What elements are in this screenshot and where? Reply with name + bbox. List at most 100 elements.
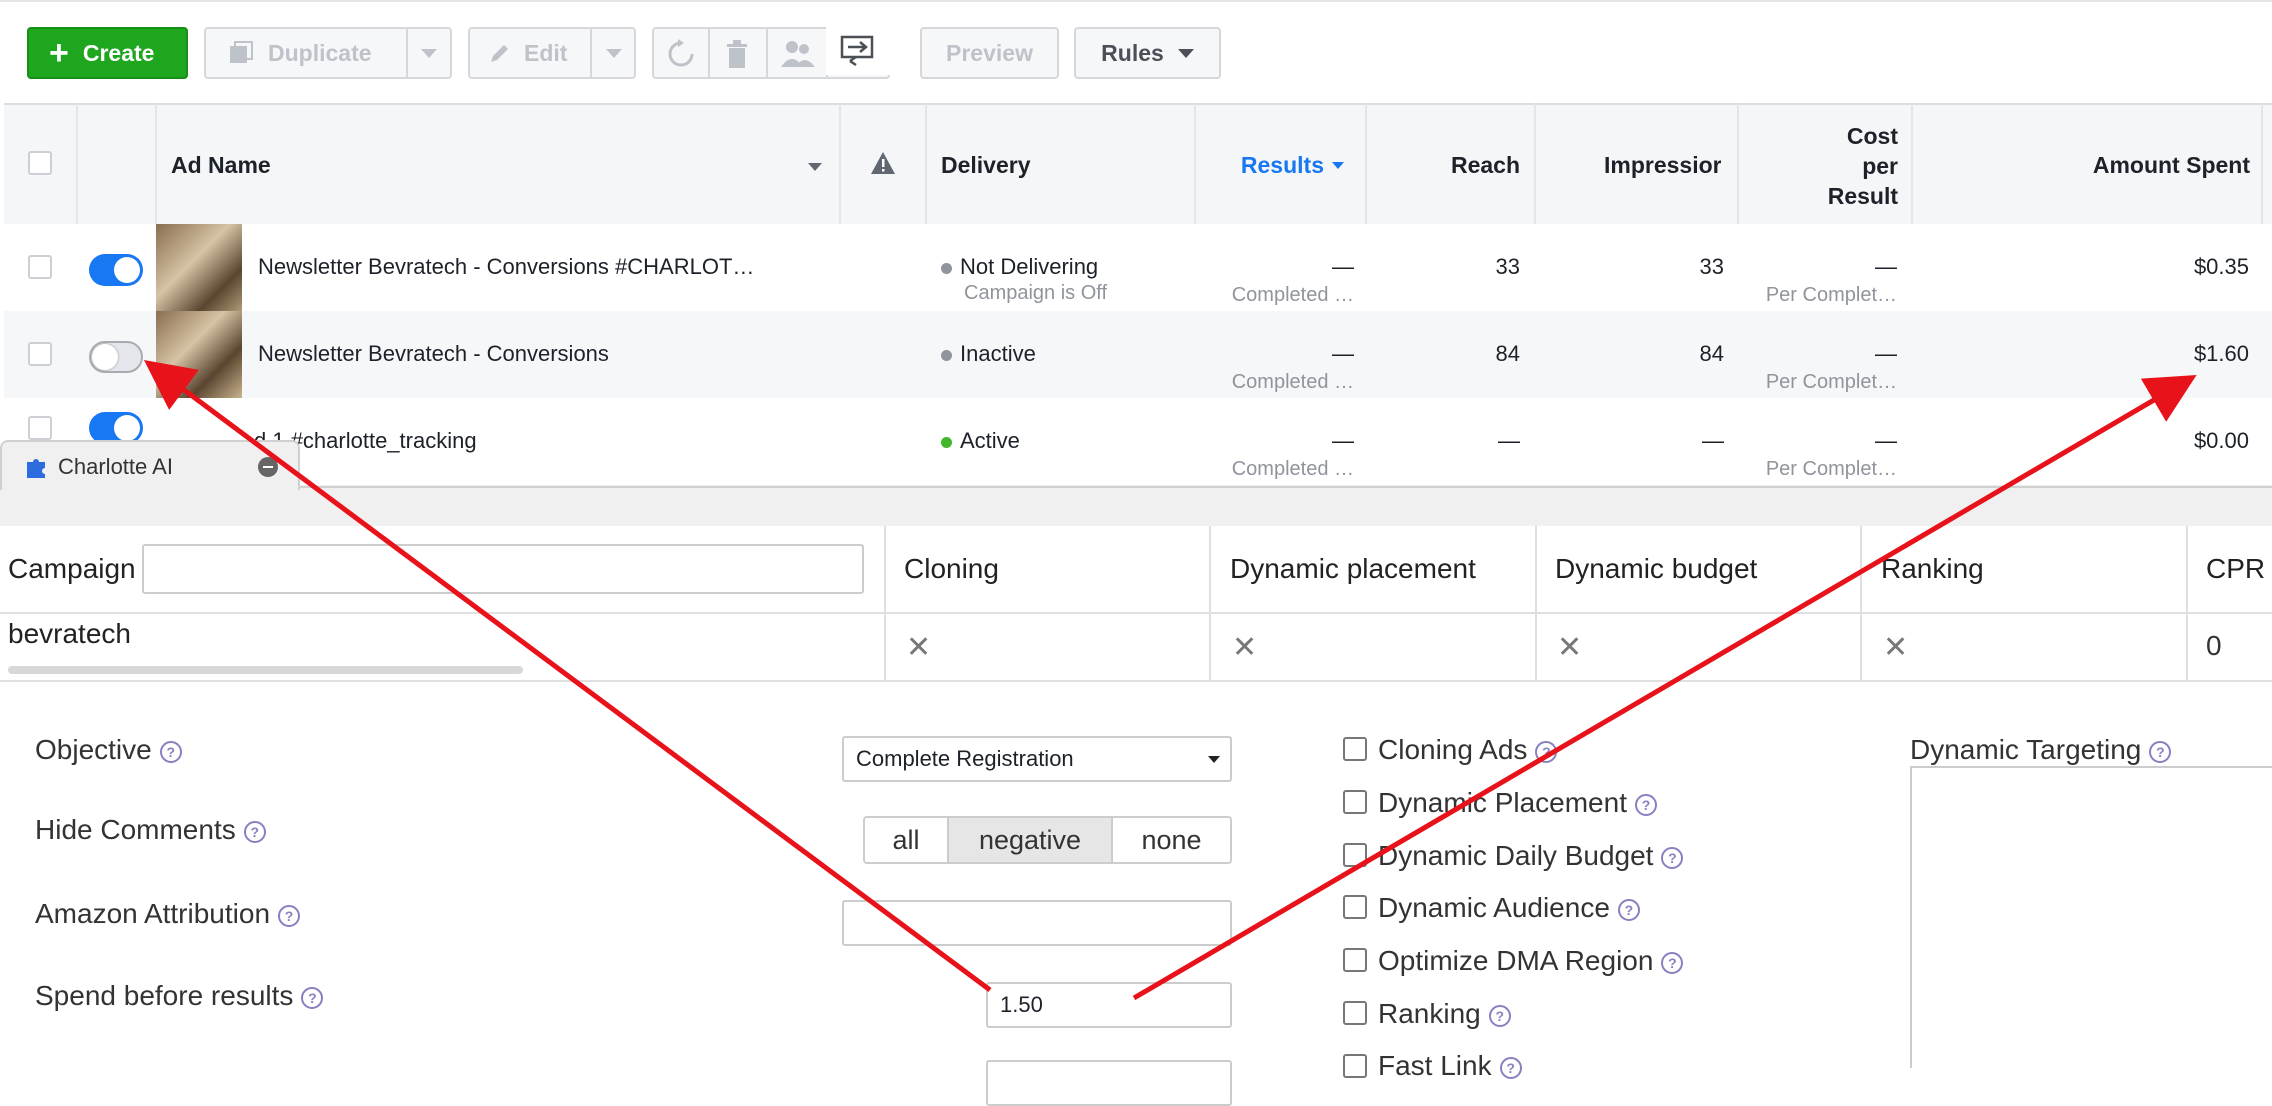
- ad-name[interactable]: Newsletter Bevratech - Conversions #CHAR…: [258, 254, 754, 280]
- charlotte-ai-tab[interactable]: Charlotte AI: [0, 440, 300, 490]
- dynamic-targeting-label: Dynamic Targeting: [1910, 734, 2142, 765]
- row-checkbox[interactable]: [28, 342, 52, 366]
- ad-thumbnail: [156, 224, 242, 324]
- help-icon[interactable]: ?: [278, 904, 301, 927]
- table-row[interactable]: d 1 #charlotte_tracking Active — Complet…: [4, 398, 2272, 486]
- refresh-icon[interactable]: [666, 39, 696, 75]
- table-row[interactable]: Newsletter Bevratech - Conversions #CHAR…: [4, 224, 2272, 324]
- chevron-down-icon: [1208, 756, 1220, 763]
- column-results[interactable]: Results: [1194, 105, 1344, 226]
- edit-button[interactable]: Edit: [468, 27, 636, 79]
- ranking-checkbox[interactable]: [1343, 1001, 1367, 1025]
- ranking-cross-icon[interactable]: ✕: [1883, 630, 1908, 665]
- duplicate-button[interactable]: Duplicate: [204, 27, 452, 79]
- optimize-dma-checkbox[interactable]: [1343, 948, 1367, 972]
- create-button[interactable]: + Create: [27, 27, 188, 79]
- minimize-icon[interactable]: [258, 457, 278, 477]
- column-amount-spent[interactable]: Amount Spent: [1924, 105, 2250, 226]
- dynamic-targeting-textarea[interactable]: [1910, 766, 2272, 1068]
- edit-label: Edit: [524, 39, 568, 66]
- status-dot: [941, 262, 952, 274]
- dynamic-budget-cross-icon[interactable]: ✕: [1557, 630, 1582, 665]
- trash-icon[interactable]: [724, 39, 750, 75]
- column-divider: [2186, 526, 2188, 682]
- ab-test-icon[interactable]: [826, 27, 890, 75]
- dynamic-placement-cross-icon[interactable]: ✕: [1232, 630, 1257, 665]
- delivery-label: Inactive: [960, 341, 1036, 366]
- hide-negative-option[interactable]: negative: [947, 816, 1113, 864]
- next-field-input[interactable]: [986, 1060, 1232, 1106]
- fast-link-checkbox[interactable]: [1343, 1054, 1367, 1078]
- impressions-value: —: [1702, 428, 1724, 453]
- help-icon[interactable]: ?: [301, 986, 324, 1009]
- ad-toggle[interactable]: [89, 254, 143, 286]
- chevron-down-icon[interactable]: [421, 49, 437, 58]
- cost-sub: Per Complet…: [1765, 371, 1897, 393]
- column-ad-name[interactable]: Ad Name: [171, 105, 271, 226]
- dynamic-audience-checkbox[interactable]: [1343, 895, 1367, 919]
- help-icon[interactable]: ?: [1488, 1004, 1511, 1027]
- pencil-icon: [488, 41, 512, 65]
- help-icon[interactable]: ?: [243, 820, 266, 843]
- column-cost-per-result[interactable]: Cost per Result: [1744, 105, 1898, 226]
- amazon-attribution-input[interactable]: [842, 900, 1232, 946]
- cloning-header[interactable]: Cloning: [904, 526, 999, 612]
- plus-icon: +: [49, 33, 69, 72]
- cloning-cross-icon[interactable]: ✕: [906, 630, 931, 665]
- puzzle-icon: [24, 454, 50, 485]
- row-checkbox[interactable]: [28, 255, 52, 279]
- spend-before-results-input[interactable]: 1.50: [986, 982, 1232, 1028]
- hide-none-option[interactable]: none: [1111, 816, 1232, 864]
- rules-button[interactable]: Rules: [1074, 27, 1221, 79]
- hide-all-option[interactable]: all: [863, 816, 949, 864]
- tab-label: Charlotte AI: [58, 454, 173, 479]
- action-icon-group: [652, 27, 890, 79]
- horizontal-scrollbar[interactable]: [8, 666, 523, 674]
- dynamic-daily-budget-row: Dynamic Daily Budget?: [1378, 840, 1684, 872]
- table-header: Ad Name Delivery Results Reach Impressio…: [4, 103, 2272, 228]
- ad-toggle[interactable]: [89, 341, 143, 373]
- results-value: —: [1332, 428, 1354, 453]
- help-icon[interactable]: ?: [159, 740, 182, 763]
- sort-down-icon[interactable]: [808, 163, 822, 171]
- cpr-header[interactable]: CPR: [2206, 526, 2265, 612]
- dynamic-daily-budget-checkbox[interactable]: [1343, 843, 1367, 867]
- help-icon[interactable]: ?: [1661, 846, 1684, 869]
- row-checkbox[interactable]: [28, 416, 52, 440]
- preview-label: Preview: [946, 39, 1033, 66]
- dynamic-placement-checkbox[interactable]: [1343, 790, 1367, 814]
- column-reach[interactable]: Reach: [1364, 105, 1520, 226]
- results-sub: Completed …: [1231, 371, 1354, 393]
- ranking-label: Ranking: [1378, 998, 1481, 1029]
- column-label: Reach: [1450, 152, 1520, 178]
- select-all-checkbox[interactable]: [28, 151, 52, 175]
- preview-button[interactable]: Preview: [920, 27, 1059, 79]
- help-icon[interactable]: ?: [1535, 740, 1558, 763]
- column-impressions[interactable]: Impressior: [1604, 105, 1721, 226]
- divider: [766, 29, 768, 77]
- spend-before-results-label: Spend before results: [35, 980, 294, 1011]
- help-icon[interactable]: ?: [1634, 793, 1657, 816]
- help-icon[interactable]: ?: [1661, 951, 1684, 974]
- cloning-ads-checkbox[interactable]: [1343, 737, 1367, 761]
- column-label: Amount Spent: [2092, 152, 2250, 178]
- dynamic-budget-header[interactable]: Dynamic budget: [1555, 526, 1757, 612]
- ads-toolbar: + Create Duplicate Edit Preview Rules: [0, 0, 2272, 105]
- chevron-down-icon[interactable]: [606, 49, 622, 58]
- impressions-value: 33: [1699, 254, 1724, 279]
- dynamic-placement-header[interactable]: Dynamic placement: [1230, 526, 1476, 612]
- people-icon[interactable]: [780, 39, 816, 75]
- help-icon[interactable]: ?: [1617, 898, 1640, 921]
- help-icon[interactable]: ?: [2149, 740, 2172, 763]
- campaign-name[interactable]: bevratech: [8, 618, 131, 650]
- campaign-search-input[interactable]: [142, 544, 864, 594]
- table-row[interactable]: Newsletter Bevratech - Conversions Inact…: [4, 311, 2272, 399]
- ranking-header[interactable]: Ranking: [1881, 526, 1984, 612]
- column-label: Results: [1240, 152, 1324, 178]
- objective-select[interactable]: Complete Registration: [842, 736, 1232, 782]
- status-dot: [941, 436, 952, 448]
- dynamic-daily-budget-label: Dynamic Daily Budget: [1378, 840, 1654, 871]
- results-value: —: [1332, 341, 1354, 366]
- column-delivery[interactable]: Delivery: [941, 105, 1031, 226]
- ad-name[interactable]: Newsletter Bevratech - Conversions: [258, 341, 609, 367]
